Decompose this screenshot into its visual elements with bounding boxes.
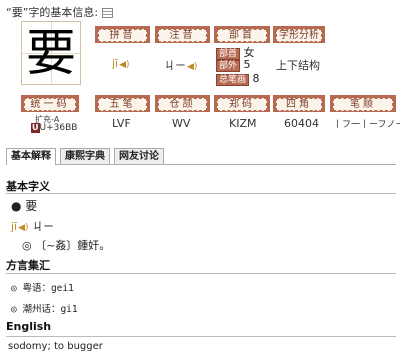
divider [6, 273, 396, 274]
buwai-tag: 部外 [216, 60, 241, 72]
character-box: 要 [21, 21, 81, 85]
zhuyin-value: ㄐㄧ◀) [164, 57, 197, 73]
english-definition: sodomy; to bugger [8, 341, 103, 352]
title-text: “要”字的基本信息: [6, 6, 99, 19]
zongbihua-row: 总笔画 8 [216, 72, 260, 86]
main-character: 要 [26, 24, 76, 82]
buwai-value: 5 [243, 58, 251, 71]
tab-basic[interactable]: 基本解释 [6, 148, 56, 165]
label-pinyin: 拼音 [95, 26, 150, 43]
unicode-value: U+36BB [39, 123, 78, 133]
divider [6, 193, 396, 194]
print-icon[interactable] [102, 8, 114, 18]
tab-discussion[interactable]: 网友讨论 [114, 148, 164, 164]
pinyin-text: jī [112, 57, 119, 70]
zhengma-value: KIZM [229, 117, 257, 130]
buwai-row: 部外 5 [216, 58, 251, 72]
zhuyin2: ㄐㄧ [32, 220, 55, 233]
pinyin-value: jī◀) [112, 57, 130, 70]
sijiao-value: 60404 [284, 117, 319, 130]
label-zhuyin: 注音 [155, 26, 210, 43]
pinyin2: jī [11, 220, 18, 233]
bullet-char-row: ● 要 [11, 199, 38, 213]
zixing-value: 上下结构 [276, 59, 320, 72]
tab-kangxi[interactable]: 康熙字典 [60, 148, 110, 164]
cangjie-value: WV [172, 117, 191, 130]
speaker-icon[interactable]: ◀) [119, 60, 129, 70]
pronunciation-row: jī◀) ㄐㄧ [11, 218, 54, 234]
basic-meaning-heading: 基本字义 [6, 180, 50, 193]
label-zhengma: 郑码 [214, 95, 270, 112]
bullet-char: 要 [25, 199, 38, 213]
english-heading: English [6, 320, 52, 333]
unicode-row: UU+36BB [31, 123, 77, 133]
label-cangjie: 仓颉 [155, 95, 210, 112]
page-title: “要”字的基本信息: [6, 4, 114, 20]
bishun-value: 丨フ一丨ーフノー [333, 120, 400, 130]
divider [6, 336, 396, 337]
label-tongyima: 统一码 [21, 95, 79, 112]
label-sijiao: 四角 [273, 95, 325, 112]
zongbihua-value: 8 [252, 72, 260, 85]
zongbihua-tag: 总笔画 [216, 74, 250, 86]
label-bishun: 笔顺 [330, 95, 396, 112]
wubi-value: LVF [112, 117, 131, 130]
definition-1: ◎ 〔~姦〕鍾奸。 [22, 239, 111, 252]
unicode-icon: U [31, 123, 40, 133]
tab-bar: 基本解释 康熙字典 网友讨论 [6, 148, 396, 165]
speaker-icon[interactable]: ◀) [187, 62, 197, 72]
label-bushou: 部首 [214, 26, 270, 43]
label-wubi: 五笔 [95, 95, 150, 112]
speaker-icon[interactable]: ◀) [18, 223, 28, 233]
dialect-cantonese: ◎ 粤语：gei1 [11, 283, 74, 294]
label-zixing: 字形分析 [273, 26, 325, 43]
zhuyin-text: ㄐㄧ [164, 59, 186, 72]
dialect-teochew: ◎ 潮州话：gi1 [11, 304, 78, 315]
dialect-heading: 方言集汇 [6, 259, 50, 272]
